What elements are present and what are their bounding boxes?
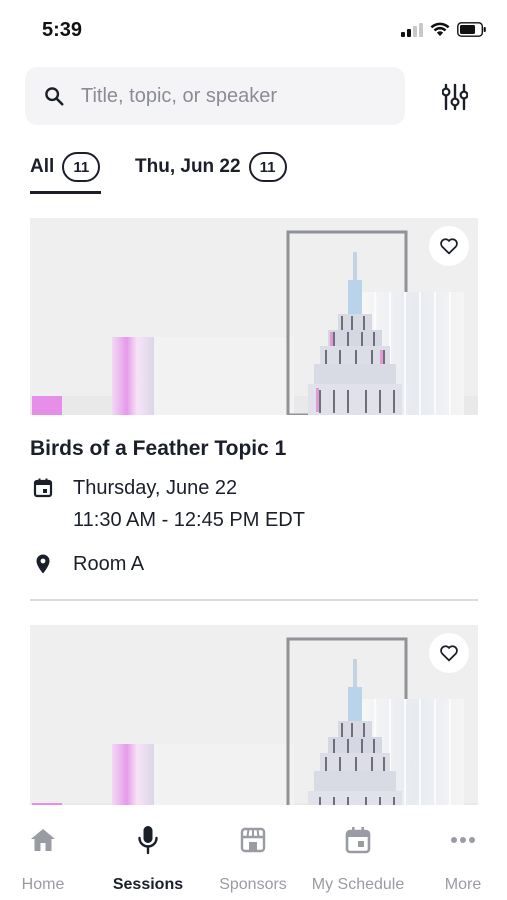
- search-box[interactable]: [25, 67, 405, 125]
- session-thumbnail: [30, 218, 478, 415]
- session-artwork: [30, 218, 478, 415]
- nav-icon-wrap: [0, 824, 98, 856]
- calendar-icon: [33, 478, 53, 498]
- nav-label: More: [444, 876, 482, 893]
- card-divider: [30, 599, 478, 601]
- more-dots-icon: [451, 837, 475, 843]
- nav-icon-wrap: [198, 824, 308, 856]
- status-bar: 5:39: [0, 0, 507, 60]
- nav-label: Sessions: [112, 876, 184, 893]
- tab-count-badge: 11: [62, 152, 101, 182]
- storefront-icon: [240, 827, 266, 853]
- microphone-icon: [138, 826, 158, 855]
- wifi-icon: [430, 22, 450, 36]
- nav-sessions[interactable]: Sessions: [93, 824, 203, 894]
- session-title: Birds of a Feather Topic 1: [30, 437, 287, 460]
- nav-label: Home: [21, 876, 65, 893]
- tab-thu-jun-22[interactable]: Thu, Jun 22 11: [135, 150, 287, 184]
- nav-my-schedule[interactable]: My Schedule: [303, 824, 413, 894]
- location-pin-icon: [36, 554, 50, 574]
- favorite-button[interactable]: [429, 633, 469, 673]
- nav-sponsors[interactable]: Sponsors: [198, 824, 308, 894]
- search-icon: [45, 87, 64, 106]
- session-card[interactable]: [30, 625, 478, 805]
- active-tab-indicator: [30, 191, 101, 194]
- filter-button[interactable]: [436, 80, 474, 114]
- nav-label: Sponsors: [219, 876, 287, 893]
- tab-label: Thu, Jun 22: [135, 156, 241, 177]
- bottom-nav: Home Sessions Sponsors My Schedule More: [0, 806, 507, 900]
- sliders-icon: [442, 83, 468, 111]
- date-tabs: All 11 Thu, Jun 22 11: [0, 140, 507, 196]
- nav-icon-wrap: [408, 824, 507, 856]
- session-time: 11:30 AM - 12:45 PM EDT: [73, 509, 305, 531]
- heart-icon: [440, 645, 458, 662]
- status-time: 5:39: [42, 19, 83, 41]
- favorite-button[interactable]: [429, 226, 469, 266]
- session-thumbnail: [30, 625, 478, 805]
- battery-icon: [457, 22, 486, 37]
- session-card[interactable]: Birds of a Feather Topic 1 Thursday, Jun…: [30, 218, 478, 601]
- tab-count-badge: 11: [248, 152, 287, 182]
- status-icons: [401, 22, 487, 37]
- session-artwork: [30, 625, 478, 805]
- search-input[interactable]: [81, 67, 391, 125]
- nav-more[interactable]: More: [408, 824, 507, 894]
- session-location: Room A: [73, 553, 145, 575]
- nav-icon-wrap: [93, 824, 203, 856]
- session-date: Thursday, June 22: [73, 477, 238, 499]
- home-icon: [31, 829, 55, 851]
- tab-label: All: [30, 156, 55, 177]
- signal-icon: [401, 22, 423, 37]
- tab-all[interactable]: All 11: [30, 150, 101, 184]
- nav-icon-wrap: [303, 824, 413, 856]
- heart-icon: [440, 238, 458, 255]
- calendar-icon: [345, 827, 371, 854]
- nav-home[interactable]: Home: [0, 824, 98, 894]
- nav-label: My Schedule: [311, 876, 405, 893]
